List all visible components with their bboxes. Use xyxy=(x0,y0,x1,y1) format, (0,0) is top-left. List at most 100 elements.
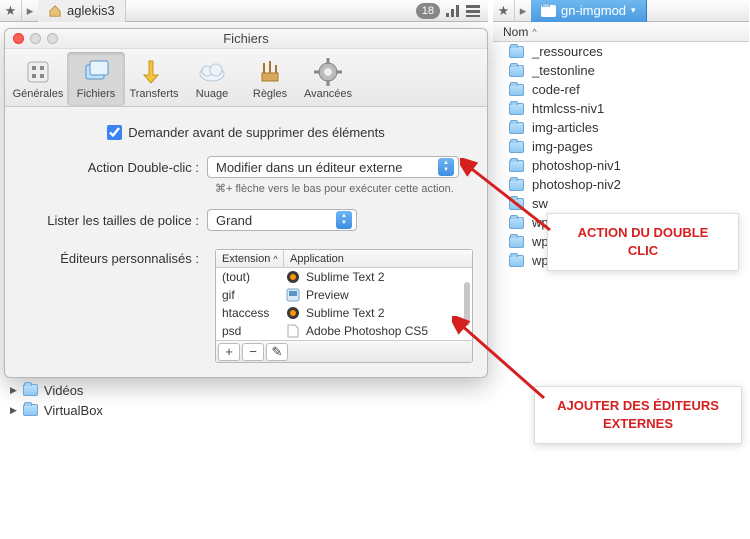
list-item[interactable]: photoshop-niv2 xyxy=(493,175,749,194)
table-row[interactable]: gif Preview xyxy=(216,286,472,304)
zoom-button[interactable] xyxy=(47,33,58,44)
scrollbar[interactable] xyxy=(464,282,470,326)
item-name: photoshop-niv2 xyxy=(532,177,621,192)
ask-before-delete-label: Demander avant de supprimer des éléments xyxy=(128,125,385,140)
folder-icon xyxy=(509,141,524,153)
column-extension[interactable]: Extension^ xyxy=(216,250,284,267)
folder-icon xyxy=(509,103,524,115)
item-name: _testonline xyxy=(532,63,595,78)
table-row[interactable]: (tout) Sublime Text 2 xyxy=(216,268,472,286)
custom-editors-table: Extension^ Application (tout) Sublime Te… xyxy=(215,249,473,363)
font-size-row: Lister les tailles de police : Grand xyxy=(17,209,475,231)
column-label: Nom xyxy=(503,25,528,39)
select-value: Modifier dans un éditeur externe xyxy=(216,160,402,175)
add-editor-button[interactable]: + xyxy=(218,343,240,361)
preferences-dialog: Fichiers Générales Fichiers Transferts N… xyxy=(4,28,488,378)
double-click-select[interactable]: Modifier dans un éditeur externe xyxy=(207,156,459,178)
editors-header: Extension^ Application xyxy=(216,250,472,268)
transfers-icon xyxy=(139,58,169,86)
close-button[interactable] xyxy=(13,33,24,44)
tab-regles[interactable]: Règles xyxy=(241,52,299,106)
favorites-button-right[interactable]: ★ xyxy=(493,0,515,22)
sort-indicator-icon: ^ xyxy=(532,27,536,37)
cell-app: Preview xyxy=(302,288,472,302)
select-caret-icon xyxy=(336,211,352,229)
window-controls xyxy=(13,33,58,44)
files-icon xyxy=(81,58,111,86)
cell-app: Adobe Photoshop CS5 xyxy=(302,324,472,338)
activity-icon[interactable] xyxy=(444,0,462,22)
cell-ext: psd xyxy=(216,324,284,338)
column-label: Extension xyxy=(222,253,270,265)
rows-icon xyxy=(466,5,480,17)
sublime-icon xyxy=(284,306,302,320)
ask-before-delete-row: Demander avant de supprimer des éléments xyxy=(17,125,475,140)
font-size-select[interactable]: Grand xyxy=(207,209,357,231)
table-row[interactable]: htaccess Sublime Text 2 xyxy=(216,304,472,322)
tab-generales[interactable]: Générales xyxy=(9,52,67,106)
list-item[interactable]: photoshop-niv1 xyxy=(493,156,749,175)
right-tabbar: ★ ▸ gn-imgmod ▾ xyxy=(493,0,749,22)
tab-menu-arrow[interactable]: ▸ xyxy=(22,0,38,22)
item-name: _ressources xyxy=(532,44,603,59)
tab-local-folder[interactable]: aglekis3 xyxy=(38,0,126,22)
tab-menu-arrow-right[interactable]: ▸ xyxy=(515,0,531,22)
list-item[interactable]: code-ref xyxy=(493,80,749,99)
ask-before-delete-checkbox[interactable] xyxy=(107,125,122,140)
double-click-label: Action Double-clic : xyxy=(17,160,207,175)
folder-icon xyxy=(541,5,556,17)
toolbar-label: Transferts xyxy=(129,88,178,100)
item-label: Vidéos xyxy=(44,383,84,398)
folder-icon xyxy=(509,122,524,134)
folder-icon xyxy=(509,217,524,229)
filelist-header-name[interactable]: Nom ^ xyxy=(493,22,749,42)
tab-fichiers[interactable]: Fichiers xyxy=(67,52,125,106)
folder-icon xyxy=(509,236,524,248)
table-row[interactable]: psd Adobe Photoshop CS5 xyxy=(216,322,472,340)
cell-ext: htaccess xyxy=(216,306,284,320)
callout-double-click: ACTION DU DOUBLE CLIC xyxy=(547,213,739,271)
list-item[interactable]: img-articles xyxy=(493,118,749,137)
column-label: Application xyxy=(290,253,344,265)
cell-ext: (tout) xyxy=(216,270,284,284)
item-name: img-pages xyxy=(532,139,593,154)
switches-icon xyxy=(23,58,53,86)
folder-icon xyxy=(23,384,38,396)
minimize-button[interactable] xyxy=(30,33,41,44)
double-click-row: Action Double-clic : Modifier dans un éd… xyxy=(17,156,475,178)
preferences-toolbar: Générales Fichiers Transferts Nuage Règl… xyxy=(5,49,487,107)
tab-transferts[interactable]: Transferts xyxy=(125,52,183,106)
cell-app: Sublime Text 2 xyxy=(302,270,472,284)
rules-icon xyxy=(255,58,285,86)
sidebar-item-videos[interactable]: ▶ Vidéos xyxy=(0,380,200,400)
folder-icon xyxy=(509,84,524,96)
list-item[interactable]: _ressources xyxy=(493,42,749,61)
layout-icon[interactable] xyxy=(464,0,482,22)
favorites-button[interactable]: ★ xyxy=(0,0,22,22)
list-item[interactable]: htmlcss-niv1 xyxy=(493,99,749,118)
select-value: Grand xyxy=(216,213,252,228)
tab-nuage[interactable]: Nuage xyxy=(183,52,241,106)
double-click-hint: ⌘+ flèche vers le bas pour exécuter cett… xyxy=(215,182,475,195)
disclosure-triangle-icon: ▶ xyxy=(10,405,17,416)
star-icon: ★ xyxy=(5,3,17,19)
tab-avancees[interactable]: Avancées xyxy=(299,52,357,106)
edit-editor-button[interactable]: ✎ xyxy=(266,343,288,361)
font-size-label: Lister les tailles de police : xyxy=(17,213,207,228)
remove-editor-button[interactable]: − xyxy=(242,343,264,361)
sidebar-item-virtualbox[interactable]: ▶ VirtualBox xyxy=(0,400,200,420)
folder-icon xyxy=(509,160,524,172)
bars-icon xyxy=(446,5,460,17)
list-item[interactable]: _testonline xyxy=(493,61,749,80)
list-item[interactable]: sw xyxy=(493,194,749,213)
column-application[interactable]: Application xyxy=(284,250,472,267)
item-label: VirtualBox xyxy=(44,403,103,418)
toolbar-label: Fichiers xyxy=(77,88,116,100)
dialog-title: Fichiers xyxy=(223,31,269,46)
item-name: photoshop-niv1 xyxy=(532,158,621,173)
item-name: code-ref xyxy=(532,82,580,97)
folder-icon xyxy=(509,198,524,210)
tab-remote-folder[interactable]: gn-imgmod ▾ xyxy=(531,0,647,22)
disclosure-triangle-icon: ▶ xyxy=(10,385,17,396)
list-item[interactable]: img-pages xyxy=(493,137,749,156)
